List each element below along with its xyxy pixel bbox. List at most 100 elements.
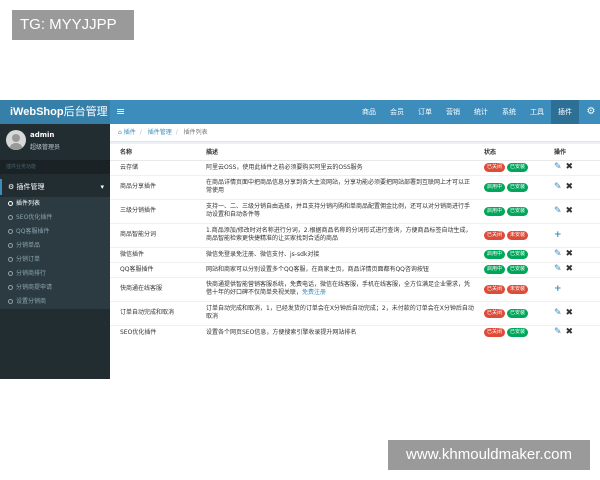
plugin-description: 订单自动完成和取消，1，已经发货的订单会在X分钟后自动完成；2，未付款的订单会在…: [196, 300, 474, 325]
plugin-status: 已关闭 已安装: [474, 159, 544, 175]
nav-item-marketing[interactable]: 营销: [439, 100, 467, 124]
edit-icon[interactable]: ✎: [554, 308, 562, 318]
circle-icon: [8, 271, 13, 276]
plugin-description-text: 微信免登录免注册、微信支付、js-sdk对接: [206, 250, 320, 258]
menu-toggle-icon[interactable]: ≡: [116, 100, 130, 124]
status-badge: 已安装: [507, 328, 529, 338]
plugin-description-text: 支持一、二、三级分销自由选择，并且支持分销内购和单商品配置佣金比例，还可以对分销…: [206, 203, 471, 218]
plugin-status: 启用中 已安装: [474, 198, 544, 223]
plugin-actions: ✎ ✖: [544, 261, 600, 277]
install-plus-icon[interactable]: +: [554, 284, 562, 294]
sidebar-item-label: SEO优化插件: [16, 214, 53, 221]
chevron-down-icon: ▾: [100, 183, 104, 191]
plugin-actions: ✎ ✖: [544, 246, 600, 262]
edit-icon[interactable]: ✎: [554, 327, 562, 337]
brand-logo[interactable]: iWebShop后台管理: [0, 100, 110, 124]
table-row: 云存储 阿里云OSS，使用此插件之前必须要购买阿里云的OSS服务 已关闭 已安装 ✎ ✖: [110, 159, 600, 175]
breadcrumb-separator: /: [139, 129, 142, 136]
plugin-menu-icon: ⚙: [8, 183, 17, 191]
breadcrumb-item-current: 插件列表: [183, 129, 208, 136]
plugin-actions: ✎ ✖: [544, 324, 600, 340]
plugin-description-text: 设置各个网页SEO信息，方便搜索引擎收录提升网站排名: [206, 328, 357, 336]
delete-icon[interactable]: ✖: [566, 249, 574, 259]
status-badge: 未安装: [507, 230, 529, 240]
sidebar-menu-plugin-manage[interactable]: ⚙ 插件管理 ▾: [0, 179, 110, 195]
status-badge: 未安装: [507, 284, 529, 294]
delete-icon[interactable]: ✖: [566, 206, 574, 216]
delete-icon[interactable]: ✖: [566, 182, 574, 192]
delete-icon[interactable]: ✖: [566, 327, 574, 337]
main-content: ⌂ 插件 / 插件管理 / 插件列表 名称 描述 状态 操作 云存储 阿里云OSS，使…: [110, 124, 600, 379]
status-badge: 已关闭: [484, 230, 506, 240]
watermark-top: TG: MYYJJPP: [12, 10, 134, 40]
user-panel: admin 超级管理员: [0, 124, 110, 158]
nav-item-stats[interactable]: 统计: [467, 100, 495, 124]
sidebar-menu-label: 插件管理: [16, 183, 45, 191]
plugin-description-text: 1.商品添加/修改时对名称进行分词，2.根据商品名称的分词形式进行查询，方便商品…: [206, 227, 472, 242]
sidebar-item-dist-apply[interactable]: 分销商提申请: [0, 281, 110, 295]
plugin-name: 云存储: [110, 159, 196, 175]
edit-icon[interactable]: ✎: [554, 249, 562, 259]
sidebar-item-dist-setting[interactable]: 设置分销商: [0, 295, 110, 309]
plugin-name: SEO优化插件: [110, 324, 196, 340]
breadcrumb-item-plugin[interactable]: 插件: [124, 129, 136, 136]
sidebar-item-label: 分销订单: [16, 256, 41, 263]
status-badge: 已关闭: [484, 328, 506, 338]
admin-app: iWebShop后台管理 ≡ 商品 会员 订单 营销 统计 系统 工具 插件 ⚙…: [0, 100, 600, 379]
nav-item-plugins[interactable]: 插件: [551, 100, 579, 124]
plugin-name: 三级分销插件: [110, 198, 196, 223]
sidebar-item-label: QQ客服插件: [16, 228, 50, 235]
sidebar-item-qq[interactable]: QQ客服插件: [0, 225, 110, 239]
free-register-link[interactable]: 免费注册: [302, 289, 326, 296]
plugin-status: 已关闭 未安装: [474, 276, 544, 301]
table-header-row: 名称 描述 状态 操作: [110, 144, 600, 161]
plugin-description-text: 阿里云OSS，使用此插件之前必须要购买阿里云的OSS服务: [206, 163, 363, 171]
install-plus-icon[interactable]: +: [554, 230, 562, 240]
plugin-name: 微信插件: [110, 246, 196, 262]
breadcrumb-item-manage[interactable]: 插件管理: [148, 129, 172, 136]
sidebar-item-dist-goods[interactable]: 分销单品: [0, 239, 110, 253]
edit-icon[interactable]: ✎: [554, 264, 562, 274]
plugin-actions: +: [544, 222, 600, 247]
plugin-actions: ✎ ✖: [544, 198, 600, 223]
status-badge: 已关闭: [484, 163, 506, 172]
nav-item-orders[interactable]: 订单: [411, 100, 439, 124]
sidebar-item-plugin-list[interactable]: 插件列表: [0, 197, 110, 211]
nav-item-system[interactable]: 系统: [495, 100, 523, 124]
sidebar-item-seo[interactable]: SEO优化插件: [0, 211, 110, 225]
plugin-description-text: 在商品详情页面中把商品信息分享到各大主流网站，分享功能必须要把网站部署到互联网上…: [206, 179, 471, 194]
edit-icon[interactable]: ✎: [554, 182, 562, 192]
delete-icon[interactable]: ✖: [566, 162, 574, 172]
plugin-status: 启用中 已安装: [474, 261, 544, 277]
edit-icon[interactable]: ✎: [554, 162, 562, 172]
breadcrumb: ⌂ 插件 / 插件管理 / 插件列表: [110, 124, 600, 142]
gear-icon[interactable]: ⚙: [582, 100, 600, 124]
plugin-actions: ✎ ✖: [544, 159, 600, 175]
nav-item-members[interactable]: 会员: [383, 100, 411, 124]
status-badge: 已关闭: [484, 308, 506, 318]
table-row: QQ客服插件 网站和商家可以分别设置多个QQ客服，在商家主页，商品详情页面都有QQ…: [110, 261, 600, 277]
plugin-description-text: 快商通提供智能营销客服系统，免费电话，微信在线客服，手机在线客服，全方位满足企业…: [206, 281, 471, 296]
circle-icon: [8, 285, 13, 290]
user-name: admin: [30, 131, 55, 139]
delete-icon[interactable]: ✖: [566, 308, 574, 318]
column-header-desc: 描述: [196, 144, 474, 161]
breadcrumb-separator: /: [175, 129, 178, 136]
sidebar-item-label: 分销商排行: [16, 270, 47, 277]
sidebar-item-dist-orders[interactable]: 分销订单: [0, 253, 110, 267]
table-row: SEO优化插件 设置各个网页SEO信息，方便搜索引擎收录提升网站排名 已关闭 已安装 ✎…: [110, 324, 600, 340]
plugin-description: 网站和商家可以分别设置多个QQ客服，在商家主页，商品详情页面都有QQ咨询按钮: [196, 261, 474, 277]
status-badge: 启用中: [484, 206, 506, 216]
plugin-description: 在商品详情页面中把商品信息分享到各大主流网站，分享功能必须要把网站部署到互联网上…: [196, 174, 474, 199]
delete-icon[interactable]: ✖: [566, 264, 574, 274]
status-badge: 已安装: [507, 163, 529, 172]
watermark-bottom: www.khmouldmaker.com: [388, 440, 590, 470]
nav-item-goods[interactable]: 商品: [355, 100, 383, 124]
plugin-status: 启用中 已安装: [474, 246, 544, 262]
edit-icon[interactable]: ✎: [554, 206, 562, 216]
column-header-name: 名称: [110, 144, 196, 161]
table-row: 三级分销插件 支持一、二、三级分销自由选择，并且支持分销内购和单商品配置佣金比例，…: [110, 198, 600, 223]
sidebar-item-dist-rank[interactable]: 分销商排行: [0, 267, 110, 281]
status-badge: 已安装: [507, 250, 529, 259]
nav-item-tools[interactable]: 工具: [523, 100, 551, 124]
